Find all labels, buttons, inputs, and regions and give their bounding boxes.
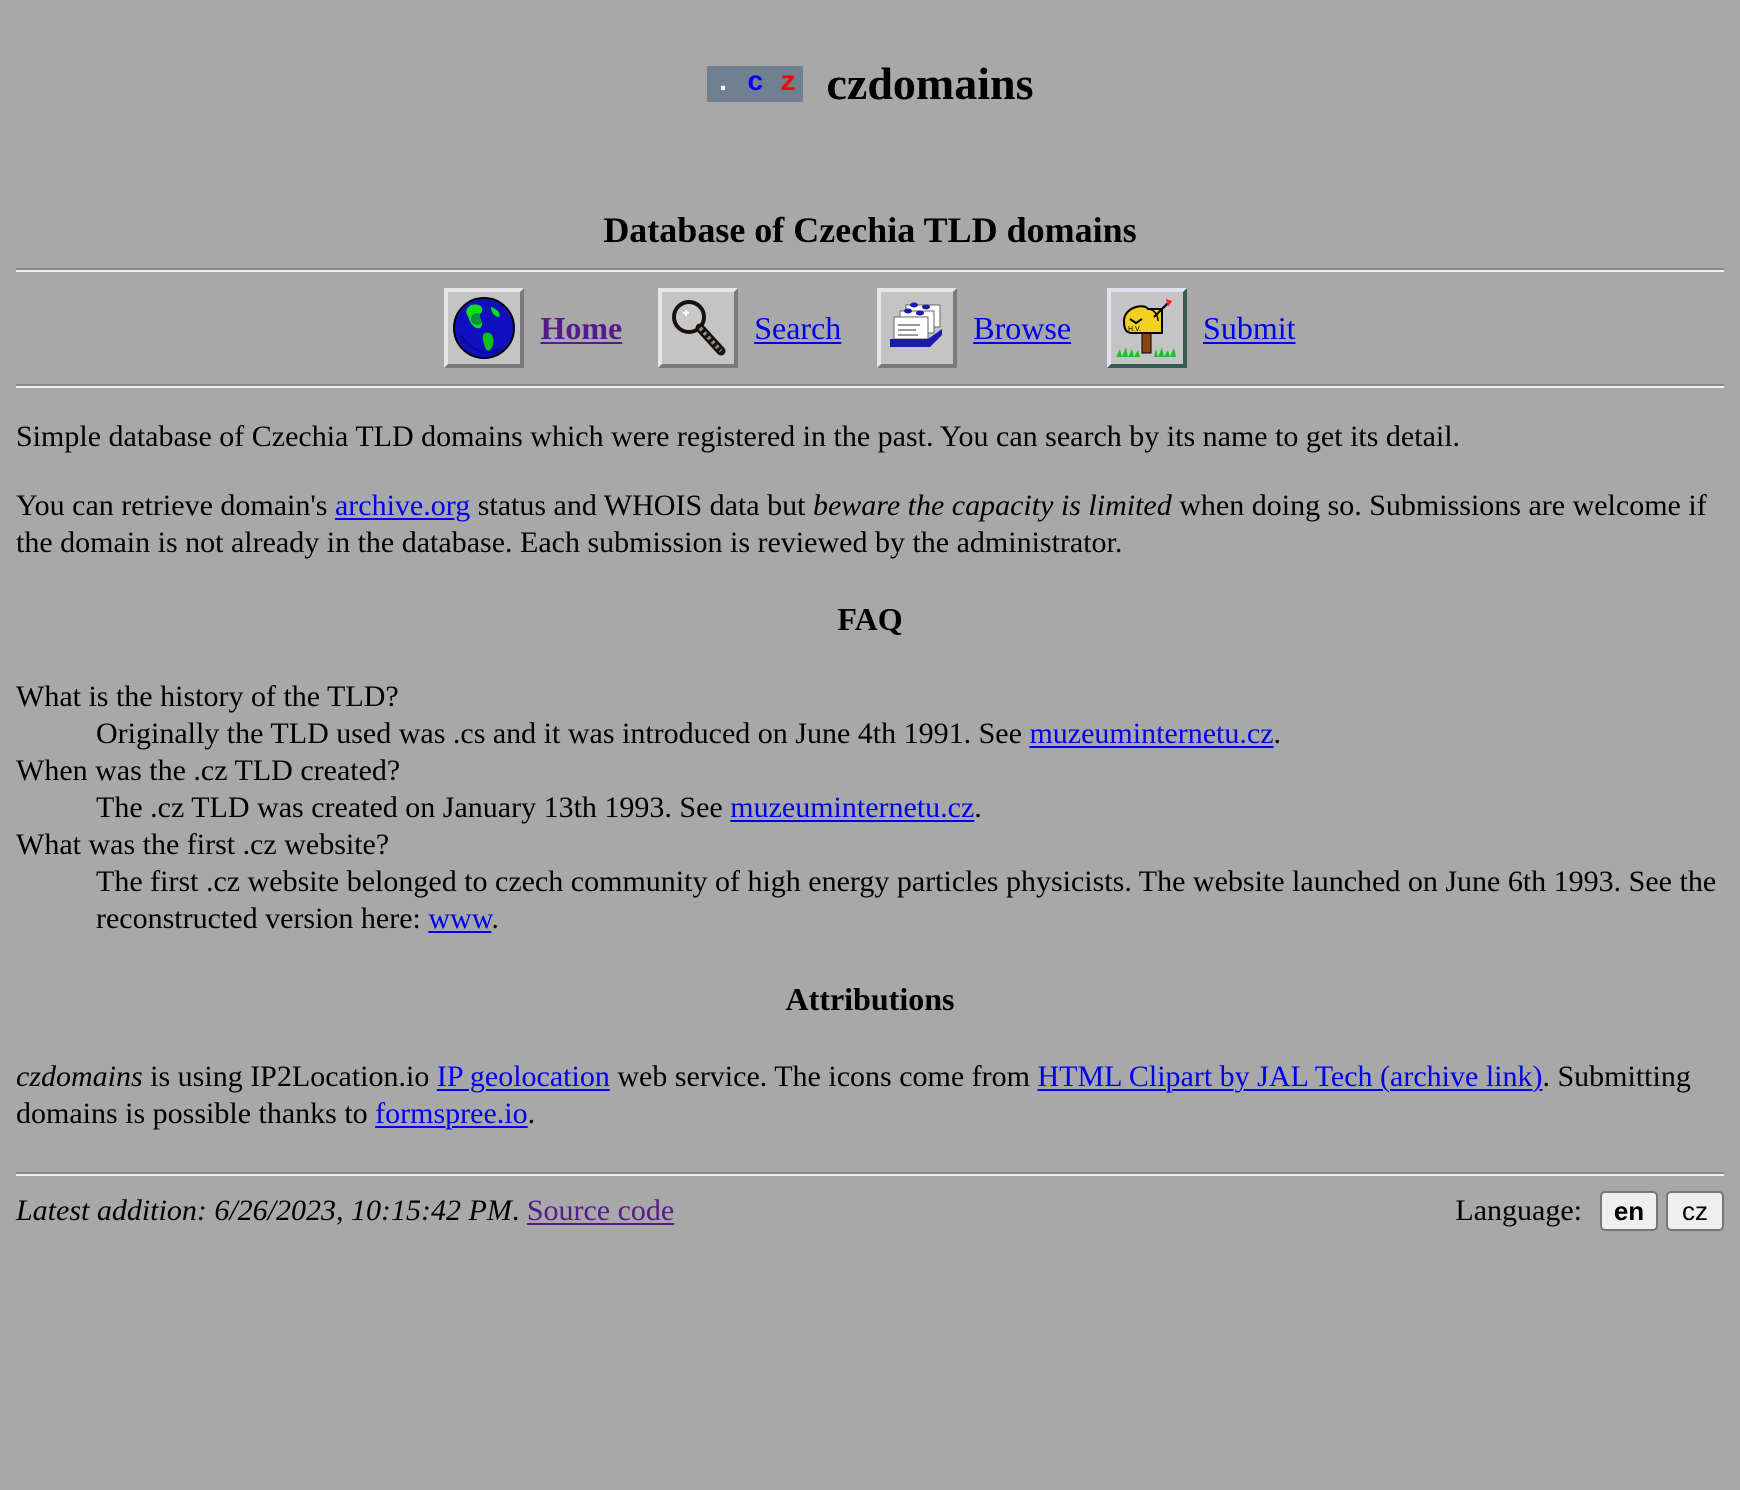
faq-list: What is the history of the TLD? Original… xyxy=(16,678,1724,937)
intro-text: status and WHOIS data but xyxy=(470,489,813,522)
formspree-link[interactable]: formspree.io xyxy=(375,1097,527,1130)
page-subtitle: Database of Czechia TLD domains xyxy=(603,210,1137,250)
main-content: Simple database of Czechia TLD domains w… xyxy=(16,418,1724,1132)
faq-question: What was the first .cz website? xyxy=(16,828,390,861)
faq-question: When was the .cz TLD created? xyxy=(16,754,401,787)
faq-question: What is the history of the TLD? xyxy=(16,680,399,713)
latest-addition-suffix: . xyxy=(511,1194,527,1227)
nav-item-home[interactable]: Home xyxy=(444,288,622,368)
latest-addition-text: Latest addition: 6/26/2023, 10:15:42 PM xyxy=(16,1194,512,1227)
attributions-heading: Attributions xyxy=(785,981,955,1017)
faq-answer-text: The .cz TLD was created on January 13th … xyxy=(96,791,731,824)
footer-divider xyxy=(16,1172,1724,1176)
site-name-italic: czdomains xyxy=(16,1060,143,1093)
archive-org-link[interactable]: archive.org xyxy=(335,489,470,522)
html-clipart-link[interactable]: HTML Clipart by JAL Tech (archive link) xyxy=(1037,1060,1542,1093)
faq-answer-text: The first .cz website belonged to czech … xyxy=(96,865,1717,935)
ip-geolocation-link[interactable]: IP geolocation xyxy=(437,1060,610,1093)
site-name: czdomains xyxy=(826,58,1034,109)
language-cz-button[interactable]: cz xyxy=(1666,1191,1724,1231)
faq-heading: FAQ xyxy=(837,601,903,637)
logo-c: c xyxy=(747,68,764,99)
nav-link-browse[interactable]: Browse xyxy=(973,310,1071,347)
svg-text:H.V.: H.V. xyxy=(1128,326,1141,333)
attributions-text: web service. The icons come from xyxy=(609,1060,1038,1093)
source-code-link[interactable]: Source code xyxy=(527,1194,674,1227)
attributions-text: . xyxy=(527,1097,536,1130)
faq-answer: The first .cz website belonged to czech … xyxy=(96,863,1724,937)
language-label: Language: xyxy=(1455,1194,1582,1227)
nav-link-search[interactable]: Search xyxy=(754,310,841,347)
latest-addition: Latest addition: 6/26/2023, 10:15:42 PM.… xyxy=(16,1194,674,1228)
site-header: . c z czdomains xyxy=(16,58,1724,110)
page: . c z czdomains Database of Czechia TLD … xyxy=(0,58,1740,1231)
attributions-paragraph: czdomains is using IP2Location.io IP geo… xyxy=(16,1058,1724,1132)
capacity-warning: beware the capacity is limited xyxy=(812,489,1172,522)
logo-dot: . xyxy=(714,68,732,99)
faq-answer-text: . xyxy=(491,902,499,935)
mailbox-icon[interactable]: H.V. xyxy=(1107,288,1188,368)
intro-details-paragraph: You can retrieve domain's archive.org st… xyxy=(16,487,1724,561)
intro-paragraph: Simple database of Czechia TLD domains w… xyxy=(16,420,1461,453)
language-en-button[interactable]: en xyxy=(1600,1191,1658,1231)
main-nav: Home Search Browse H.V. Submit xyxy=(0,288,1740,368)
language-switcher: Language: en cz xyxy=(1455,1191,1724,1231)
muzeuminternetu-link[interactable]: muzeuminternetu.cz xyxy=(730,791,974,824)
nav-divider xyxy=(16,384,1724,388)
faq-answer: Originally the TLD used was .cs and it w… xyxy=(96,715,1724,752)
nav-item-search[interactable]: Search xyxy=(658,288,841,368)
nav-link-submit[interactable]: Submit xyxy=(1203,310,1295,347)
logo-z: z xyxy=(779,68,797,99)
nav-link-home[interactable]: Home xyxy=(540,310,622,347)
muzeuminternetu-link[interactable]: muzeuminternetu.cz xyxy=(1029,717,1273,750)
nav-item-browse[interactable]: Browse xyxy=(877,288,1071,368)
cz-logo: . c z xyxy=(706,66,803,102)
faq-answer-text: Originally the TLD used was .cs and it w… xyxy=(96,717,1030,750)
globe-icon[interactable] xyxy=(444,288,525,368)
magnifier-icon[interactable] xyxy=(658,288,739,368)
faq-answer-text: . xyxy=(974,791,982,824)
faq-answer: The .cz TLD was created on January 13th … xyxy=(96,789,1724,826)
faq-answer-text: . xyxy=(1273,717,1282,750)
intro-text: You can retrieve domain's xyxy=(16,489,335,522)
attributions-text: is using IP2Location.io xyxy=(142,1060,437,1093)
card-file-icon[interactable] xyxy=(877,288,958,368)
nav-item-submit[interactable]: H.V. Submit xyxy=(1107,288,1296,368)
footer: Latest addition: 6/26/2023, 10:15:42 PM.… xyxy=(16,1191,1724,1231)
top-divider xyxy=(16,268,1724,272)
www-link[interactable]: www xyxy=(428,902,491,935)
